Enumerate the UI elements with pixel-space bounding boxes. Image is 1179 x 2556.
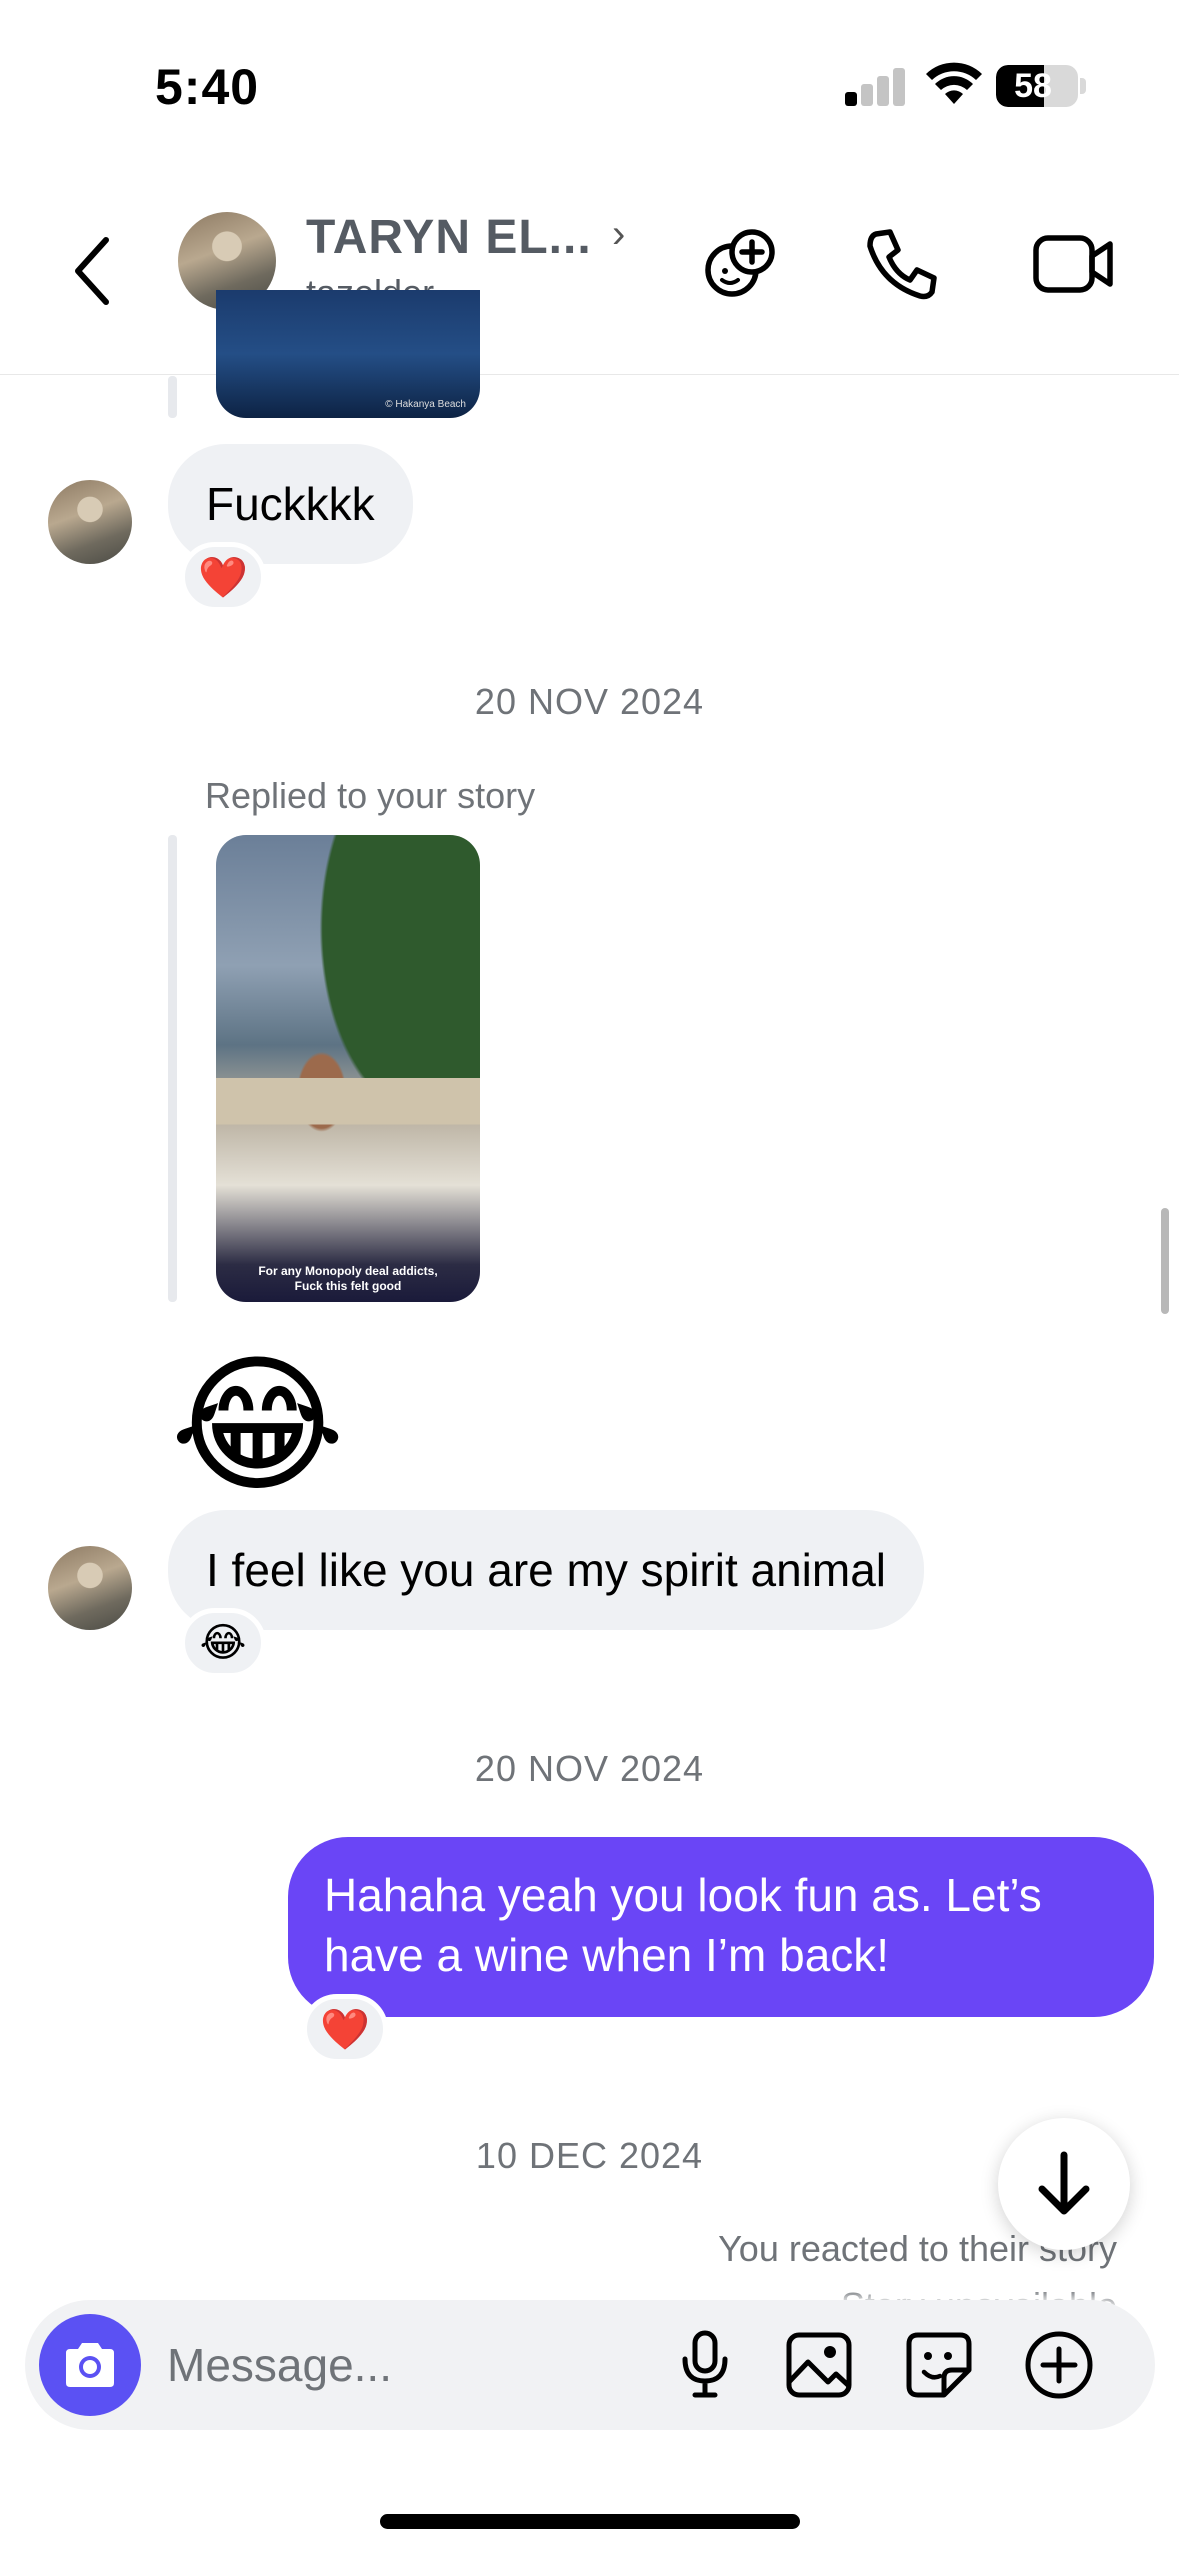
message-text: Hahaha yeah you look fun as. Let’s have …	[324, 1869, 1042, 1981]
date-separator: 20 NOV 2024	[474, 681, 705, 722]
scroll-to-bottom-button[interactable]	[998, 2118, 1130, 2250]
date-separator: 20 NOV 2024	[474, 1748, 705, 1789]
story-caption: For any Monopoly deal addicts, Fuck this…	[258, 1264, 438, 1293]
story-watermark: © Hakanya Beach	[385, 399, 466, 410]
message-text: I feel like you are my spirit animal	[206, 1544, 887, 1596]
chevron-right-icon[interactable]: ›	[612, 212, 625, 257]
message-composer	[25, 2300, 1155, 2430]
camera-button[interactable]	[39, 2314, 141, 2416]
emoji-message[interactable]: 😂	[170, 1345, 345, 1505]
plus-circle-icon	[1025, 2331, 1093, 2399]
battery-indicator: 58	[996, 65, 1078, 107]
chat-header: TARYN EL... › tazelder	[0, 190, 1179, 375]
outgoing-message-bubble[interactable]: Hahaha yeah you look fun as. Let’s have …	[288, 1837, 1154, 2017]
contact-name[interactable]: TARYN EL...	[306, 210, 592, 265]
scrollbar[interactable]	[1161, 1208, 1169, 1314]
cellular-signal-icon	[845, 66, 905, 106]
gallery-button[interactable]	[779, 2325, 859, 2405]
video-camera-icon	[1033, 235, 1113, 293]
more-options-button[interactable]	[1019, 2325, 1099, 2405]
message-reaction[interactable]: ❤️	[302, 1994, 388, 2064]
sticker-icon	[906, 2332, 972, 2398]
battery-tip	[1080, 78, 1086, 94]
story-thumbnail[interactable]: For any Monopoly deal addicts, Fuck this…	[216, 835, 480, 1302]
voice-message-button[interactable]	[665, 2325, 745, 2405]
message-input[interactable]	[167, 2328, 647, 2402]
story-thumbnail[interactable]: © Hakanya Beach	[216, 290, 480, 418]
battery-percent: 58	[1014, 67, 1052, 105]
home-indicator	[380, 2514, 800, 2529]
gallery-icon	[786, 2332, 852, 2398]
add-effect-icon	[705, 229, 775, 297]
video-call-button[interactable]	[1030, 224, 1120, 304]
sender-avatar[interactable]	[48, 1546, 132, 1630]
message-reaction[interactable]: 😂	[180, 1608, 266, 1678]
message-reaction[interactable]: ❤️	[180, 542, 266, 612]
microphone-icon	[682, 2330, 728, 2398]
story-reply-line	[168, 835, 177, 1302]
replied-to-story-label: Replied to your story	[205, 775, 536, 816]
phone-icon	[867, 229, 937, 300]
sticker-button[interactable]	[899, 2325, 979, 2405]
story-reply-line	[168, 376, 177, 418]
wifi-icon	[925, 62, 983, 106]
back-button[interactable]	[60, 226, 130, 316]
sender-avatar[interactable]	[48, 480, 132, 564]
effects-button[interactable]	[700, 224, 780, 304]
status-time: 5:40	[155, 59, 260, 115]
audio-call-button[interactable]	[862, 224, 942, 304]
chevron-left-icon	[75, 237, 109, 305]
message-text: Fuckkkk	[206, 478, 375, 530]
incoming-message-bubble[interactable]: I feel like you are my spirit animal	[168, 1510, 925, 1630]
camera-icon	[66, 2343, 114, 2387]
arrow-down-icon	[1038, 2151, 1090, 2215]
